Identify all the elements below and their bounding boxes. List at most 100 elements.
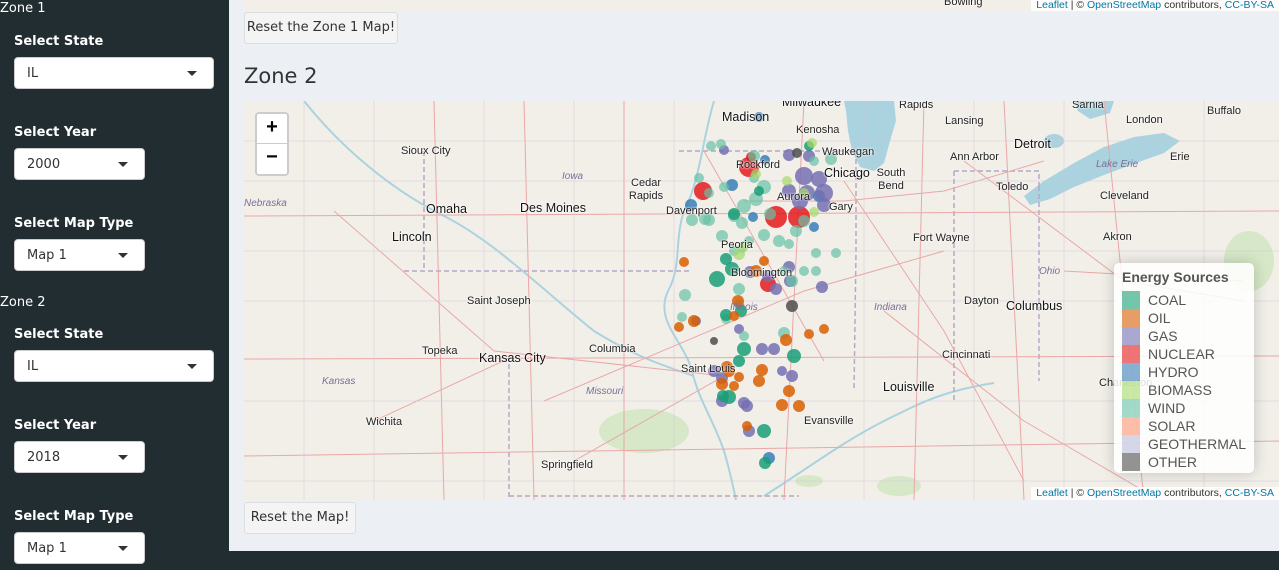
zone2-state-select[interactable]: IL bbox=[14, 350, 214, 382]
osm-link[interactable]: OpenStreetMap bbox=[1087, 0, 1161, 11]
plant-marker-oil[interactable] bbox=[783, 385, 795, 397]
plant-marker-wind[interactable] bbox=[758, 229, 770, 241]
plant-marker-oil[interactable] bbox=[674, 322, 684, 332]
road bbox=[913, 101, 925, 500]
plant-marker-gas[interactable] bbox=[741, 400, 753, 412]
osm-link[interactable]: OpenStreetMap bbox=[1087, 487, 1161, 499]
plant-marker-wind[interactable] bbox=[706, 141, 716, 151]
plant-marker-oil[interactable] bbox=[688, 315, 700, 327]
plant-marker-gas[interactable] bbox=[770, 283, 782, 295]
plant-marker-wind[interactable] bbox=[799, 266, 809, 276]
plant-marker-oil[interactable] bbox=[793, 400, 805, 412]
plant-marker-oil[interactable] bbox=[734, 372, 744, 382]
plant-marker-coal[interactable] bbox=[757, 424, 771, 438]
plant-marker-coal[interactable] bbox=[720, 253, 732, 265]
reset-map-button[interactable]: Reset the Map! bbox=[244, 502, 356, 534]
plant-marker-wind[interactable] bbox=[694, 173, 704, 183]
legend-label: GEOTHERMAL bbox=[1148, 436, 1247, 452]
plant-marker-wind[interactable] bbox=[677, 312, 687, 322]
plant-marker-wind[interactable] bbox=[790, 225, 802, 237]
zone2-year-select[interactable]: 2018 bbox=[14, 441, 145, 473]
plant-marker-hydro[interactable] bbox=[748, 212, 758, 222]
city-label: Madison bbox=[722, 110, 770, 124]
plant-marker-coal[interactable] bbox=[737, 342, 751, 356]
plant-marker-wind[interactable] bbox=[798, 215, 810, 227]
plant-marker-gas[interactable] bbox=[816, 281, 828, 293]
plant-marker-coal[interactable] bbox=[728, 208, 740, 220]
plant-marker-wind[interactable] bbox=[764, 208, 776, 220]
plant-marker-other[interactable] bbox=[786, 300, 798, 312]
state-label: Kansas bbox=[322, 376, 356, 387]
plant-marker-oil[interactable] bbox=[776, 399, 788, 411]
state-label: Indiana bbox=[874, 302, 907, 313]
reset-zone1-button[interactable]: Reset the Zone 1 Map! bbox=[244, 12, 398, 44]
zoom-in-button[interactable]: + bbox=[257, 114, 287, 144]
plant-marker-coal[interactable] bbox=[754, 186, 764, 196]
lake-michigan bbox=[844, 101, 896, 171]
legend-swatch bbox=[1122, 435, 1140, 453]
sidebar: Zone 1 Select State IL Select Year 2000 … bbox=[0, 0, 229, 570]
zone1-state-select[interactable]: IL bbox=[14, 57, 214, 89]
plant-marker-coal[interactable] bbox=[787, 349, 801, 363]
city-label: Topeka bbox=[422, 345, 458, 357]
zone1-maptype-select[interactable]: Map 1 bbox=[14, 239, 145, 271]
leaflet-link[interactable]: Leaflet bbox=[1036, 0, 1068, 11]
plant-marker-gas[interactable] bbox=[777, 366, 787, 376]
plant-marker-wind[interactable] bbox=[811, 266, 821, 276]
city-label: Kenosha bbox=[796, 124, 840, 136]
plant-marker-wind[interactable] bbox=[733, 283, 745, 295]
plant-marker-wind[interactable] bbox=[704, 188, 714, 198]
plant-marker-wind[interactable] bbox=[773, 235, 785, 247]
chevron-down-icon bbox=[118, 455, 128, 460]
plant-marker-wind[interactable] bbox=[739, 331, 749, 341]
map-attribution: Leaflet | © OpenStreetMap contributors, … bbox=[1031, 0, 1279, 11]
plant-marker-wind[interactable] bbox=[716, 139, 726, 149]
plant-marker-biomass[interactable] bbox=[807, 138, 817, 148]
license-link[interactable]: CC-BY-SA bbox=[1225, 0, 1274, 11]
city-label: Bloomington bbox=[731, 267, 793, 279]
zone1-map[interactable]: Bowling Leaflet | © OpenStreetMap contri… bbox=[244, 0, 1279, 11]
plant-marker-oil[interactable] bbox=[753, 375, 765, 387]
attrib-mid: contributors, bbox=[1161, 487, 1225, 499]
zone2-map[interactable]: Milwaukee Madison Kenosha Waukegan Rockf… bbox=[244, 101, 1279, 500]
legend-swatch bbox=[1122, 453, 1140, 471]
leaflet-link[interactable]: Leaflet bbox=[1036, 487, 1068, 499]
plant-marker-wind[interactable] bbox=[784, 239, 794, 249]
plant-marker-coal[interactable] bbox=[709, 271, 725, 287]
plant-marker-wind[interactable] bbox=[809, 156, 819, 166]
city-label: Kansas City bbox=[479, 351, 546, 365]
legend-swatch bbox=[1122, 417, 1140, 435]
plant-marker-biomass[interactable] bbox=[809, 207, 819, 217]
chevron-down-icon bbox=[118, 162, 128, 167]
plant-marker-oil[interactable] bbox=[756, 364, 768, 376]
plant-marker-oil[interactable] bbox=[780, 334, 792, 346]
plant-marker-wind[interactable] bbox=[719, 182, 729, 192]
plant-marker-oil[interactable] bbox=[716, 378, 728, 390]
plant-marker-gas[interactable] bbox=[795, 167, 813, 185]
plant-marker-wind[interactable] bbox=[679, 289, 691, 301]
plant-marker-oil[interactable] bbox=[759, 256, 769, 266]
city-label: Buffalo bbox=[1207, 105, 1242, 117]
plant-marker-oil[interactable] bbox=[679, 257, 689, 267]
zone2-maptype-select[interactable]: Map 1 bbox=[14, 532, 145, 564]
zoom-control: + − bbox=[255, 112, 289, 176]
plant-marker-oil[interactable] bbox=[742, 421, 752, 431]
plant-marker-biomass[interactable] bbox=[782, 176, 792, 186]
plant-marker-other[interactable] bbox=[792, 148, 802, 158]
legend-label: GAS bbox=[1148, 328, 1178, 344]
plant-marker-coal[interactable] bbox=[717, 390, 729, 402]
zone1-year-select[interactable]: 2000 bbox=[14, 148, 145, 180]
plant-marker-wind[interactable] bbox=[811, 248, 821, 258]
plant-marker-gas[interactable] bbox=[756, 343, 768, 355]
plant-marker-hydro[interactable] bbox=[809, 222, 819, 232]
plant-marker-oil[interactable] bbox=[729, 381, 739, 391]
zoom-out-button[interactable]: − bbox=[257, 144, 287, 174]
plant-marker-coal[interactable] bbox=[759, 457, 771, 469]
plant-marker-gas[interactable] bbox=[786, 370, 798, 382]
plant-marker-gas[interactable] bbox=[768, 343, 780, 355]
plant-marker-oil[interactable] bbox=[804, 329, 814, 339]
plant-marker-wind[interactable] bbox=[831, 248, 841, 258]
plant-marker-other[interactable] bbox=[710, 337, 718, 345]
license-link[interactable]: CC-BY-SA bbox=[1225, 487, 1274, 499]
plant-marker-oil[interactable] bbox=[819, 324, 829, 334]
